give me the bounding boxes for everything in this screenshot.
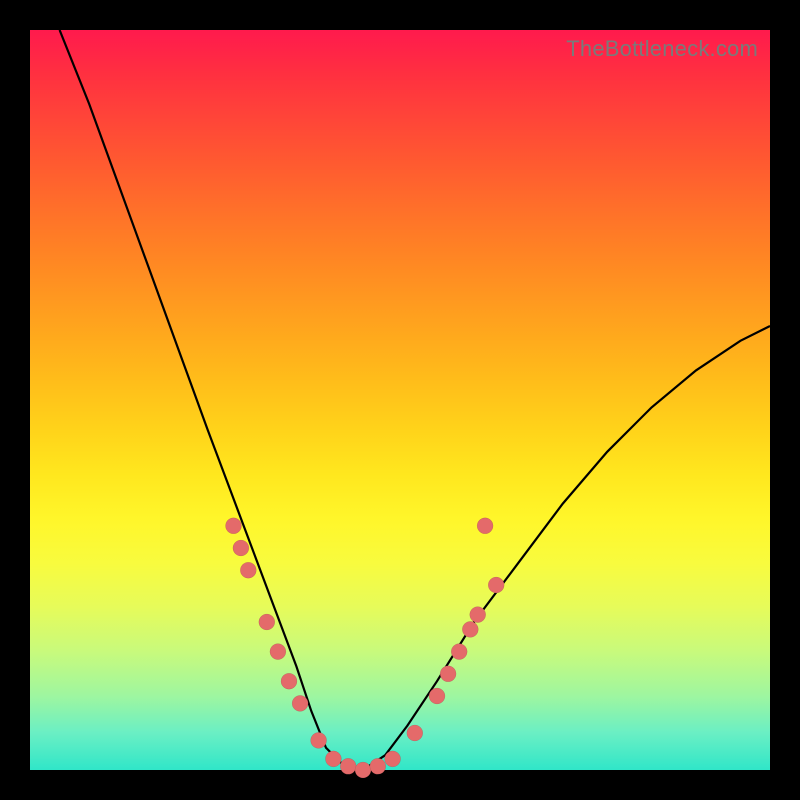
bottleneck-curve-path: [60, 30, 770, 770]
data-marker: [477, 518, 493, 534]
data-marker: [370, 758, 386, 774]
data-marker: [270, 644, 286, 660]
data-marker: [233, 540, 249, 556]
data-marker: [440, 666, 456, 682]
chart-frame: TheBottleneck.com: [0, 0, 800, 800]
data-marker: [281, 673, 297, 689]
data-marker: [340, 758, 356, 774]
data-marker: [226, 518, 242, 534]
data-marker: [407, 725, 423, 741]
data-marker: [259, 614, 275, 630]
data-marker: [292, 695, 308, 711]
data-marker: [311, 732, 327, 748]
data-marker: [429, 688, 445, 704]
data-marker: [470, 607, 486, 623]
marker-group: [226, 518, 505, 778]
chart-svg: [30, 30, 770, 770]
data-marker: [355, 762, 371, 778]
chart-plot-area: TheBottleneck.com: [30, 30, 770, 770]
data-marker: [385, 751, 401, 767]
data-marker: [488, 577, 504, 593]
data-marker: [451, 644, 467, 660]
data-marker: [240, 562, 256, 578]
data-marker: [462, 621, 478, 637]
data-marker: [325, 751, 341, 767]
